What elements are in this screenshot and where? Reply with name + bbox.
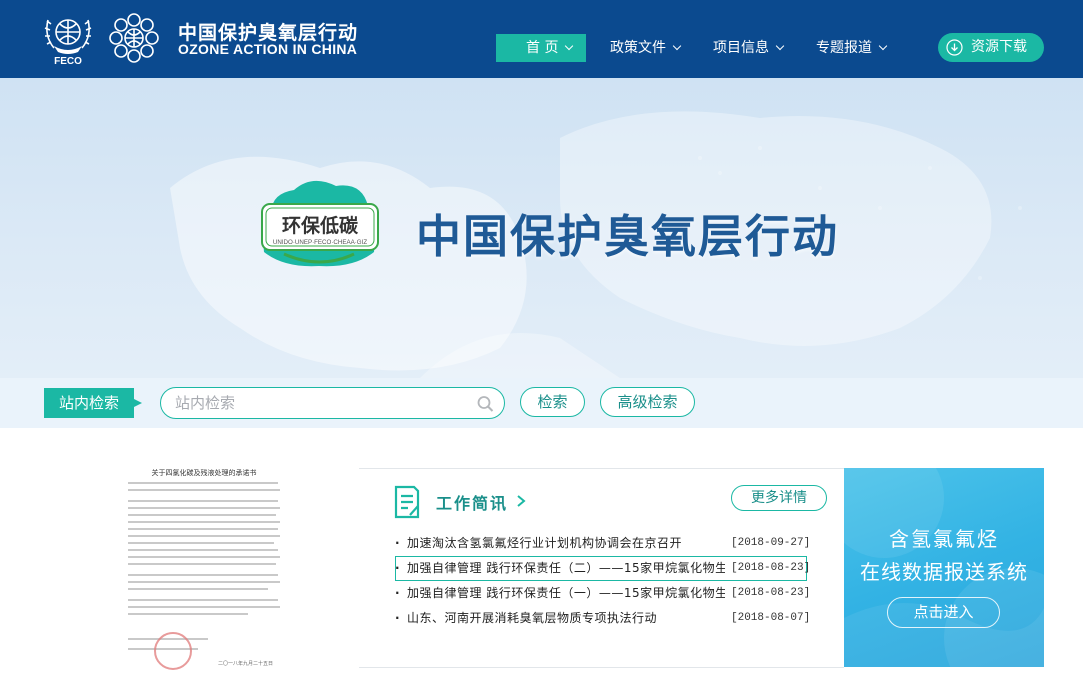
eco-low-carbon-badge: 环保低碳 UNIDO·UNEP·FECO·CHEAA·GIZ — [261, 180, 379, 267]
search-input[interactable] — [160, 387, 505, 419]
work-news-panel: 工作简讯 更多详情 加速淘汰含氢氯氟烃行业计划机构协调会在京召开 [2018-0… — [359, 468, 844, 668]
red-seal-stamp — [154, 632, 192, 670]
chevron-right-icon[interactable] — [515, 494, 527, 508]
document-date: 二〇一八年九月二十五日 — [218, 661, 274, 667]
hero-banner: 环保低碳 UNIDO·UNEP·FECO·CHEAA·GIZ 中国保护臭氧层行动 — [0, 78, 1083, 378]
news-list: 加速淘汰含氢氯氟烃行业计划机构协调会在京召开 [2018-09-27] 加强自律… — [395, 531, 811, 631]
site-header: FECO 中国保护臭氧层行动 OZONE ACTION IN CHINA 首 页… — [0, 0, 1083, 78]
search-button[interactable]: 检索 — [520, 387, 585, 417]
nav-topic-label: 专题报道 — [816, 40, 872, 56]
document-edit-icon — [394, 485, 420, 519]
news-item-date: [2018-08-07] — [731, 612, 811, 624]
more-details-button[interactable]: 更多详情 — [731, 485, 827, 511]
enter-system-button[interactable]: 点击进入 — [887, 597, 1000, 628]
chevron-down-icon — [565, 41, 574, 51]
news-item[interactable]: 加速淘汰含氢氯氟烃行业计划机构协调会在京召开 [2018-09-27] — [395, 531, 811, 556]
commitment-letter-thumbnail[interactable]: 关于四氯化碳及残液处理的承诺书 二〇一八年九月二十五日 — [114, 462, 294, 678]
news-heading[interactable]: 工作简讯 — [436, 490, 508, 514]
ozone-flower-logo-icon[interactable] — [108, 12, 160, 64]
news-item-title: 加速淘汰含氢氯氟烃行业计划机构协调会在京召开 — [407, 536, 683, 550]
nav-special-reports[interactable]: 专题报道 — [816, 34, 888, 62]
news-item-date: [2018-08-23] — [731, 587, 811, 599]
chevron-down-icon — [775, 41, 785, 51]
news-item-title: 加强自律管理 践行环保责任（一）——15家甲烷氯化物生产企业 — [407, 586, 725, 600]
resource-download-button[interactable]: 资源下载 — [938, 33, 1044, 62]
nav-project-info[interactable]: 项目信息 — [713, 34, 785, 62]
document-title: 关于四氯化碳及残液处理的承诺书 — [151, 469, 257, 477]
site-search-bar: 站内检索 检索 高级检索 — [0, 378, 1083, 428]
feco-label: FECO — [54, 56, 82, 66]
nav-project-label: 项目信息 — [713, 40, 769, 56]
nav-policy-label: 政策文件 — [610, 40, 666, 56]
banner-title: 中国保护臭氧层行动 — [416, 210, 840, 263]
nav-home[interactable]: 首 页 — [496, 34, 586, 62]
badge-text: 环保低碳 — [282, 214, 359, 237]
news-item-title: 山东、河南开展消耗臭氧层物质专项执法行动 — [407, 611, 658, 625]
search-icon[interactable] — [476, 395, 494, 413]
advanced-search-button[interactable]: 高级检索 — [600, 387, 695, 417]
promo-title-line2: 在线数据报送系统 — [860, 560, 1028, 584]
hcfc-data-reporting-banner[interactable]: 含氢氯氟烃 在线数据报送系统 点击进入 — [844, 468, 1044, 667]
chevron-down-icon — [672, 41, 682, 51]
nav-home-label: 首 页 — [526, 40, 559, 56]
search-label: 站内检索 — [44, 388, 142, 418]
chevron-down-icon — [878, 41, 888, 51]
news-item[interactable]: 加强自律管理 践行环保责任（二）——15家甲烷氯化物生产企业 [2018-08-… — [395, 556, 811, 581]
news-item-date: [2018-09-27] — [731, 537, 811, 549]
feco-logo-icon[interactable]: FECO — [42, 10, 94, 66]
resource-download-label: 资源下载 — [971, 39, 1027, 55]
news-item-date: [2018-08-23] — [731, 562, 811, 574]
news-item[interactable]: 山东、河南开展消耗臭氧层物质专项执法行动 [2018-08-07] — [395, 606, 811, 631]
download-icon — [946, 39, 963, 56]
news-item-title: 加强自律管理 践行环保责任（二）——15家甲烷氯化物生产企业 — [407, 561, 725, 575]
promo-title-line1: 含氢氯氟烃 — [889, 527, 999, 551]
nav-policy-documents[interactable]: 政策文件 — [610, 34, 682, 62]
badge-subtext: UNIDO·UNEP·FECO·CHEAA·GIZ — [273, 239, 367, 246]
news-item[interactable]: 加强自律管理 践行环保责任（一）——15家甲烷氯化物生产企业 [2018-08-… — [395, 581, 811, 606]
site-title-english: OZONE ACTION IN CHINA — [178, 41, 358, 57]
